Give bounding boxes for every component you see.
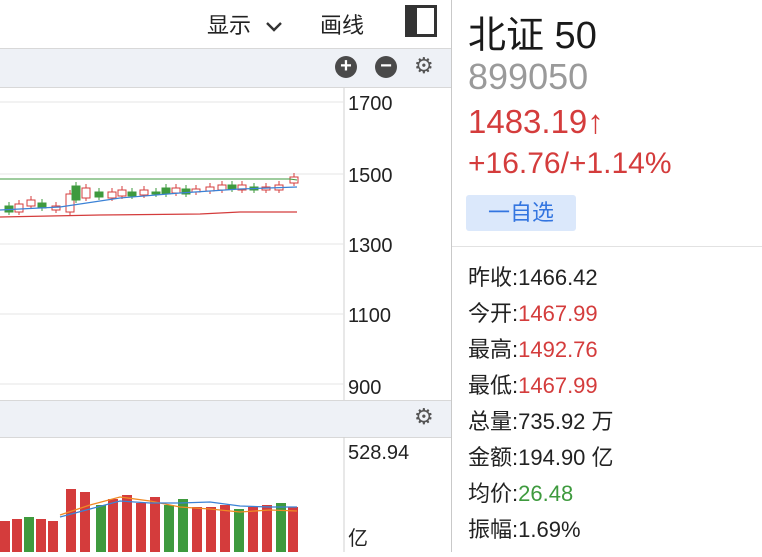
volume-bar — [108, 499, 118, 552]
stat-value: 194.90 亿 — [518, 445, 614, 470]
candle-body — [139, 189, 149, 196]
add-watchlist-button[interactable]: 一自选 — [466, 195, 576, 231]
stat-volume: 总量:735.92 万 — [468, 404, 614, 436]
main-chart-toolbar: + − ⚙ — [0, 49, 451, 88]
volume-bar — [150, 497, 160, 552]
stat-prev-close: 昨收:1466.42 — [468, 260, 598, 292]
volume-bar — [288, 507, 298, 552]
candle-body — [81, 187, 91, 199]
candle-body — [107, 191, 117, 199]
stat-value: 1467.99 — [518, 373, 598, 398]
volume-bar — [220, 505, 230, 552]
candle-body — [217, 184, 227, 191]
volume-bar — [234, 509, 244, 552]
candle-body — [227, 184, 237, 190]
volume-max-label: 528.94 — [348, 442, 409, 464]
stat-label: 金额: — [468, 445, 519, 470]
divider — [452, 246, 762, 247]
stat-label: 均价: — [468, 481, 519, 506]
candle-body — [26, 199, 36, 207]
chevron-down-icon — [265, 13, 283, 39]
volume-bar — [262, 505, 272, 552]
stat-value: 26.48 — [518, 481, 574, 506]
candle-body — [151, 191, 161, 195]
axis-label: 1500 — [348, 165, 393, 187]
volume-bar — [164, 505, 174, 552]
volume-bar — [248, 507, 258, 552]
stat-value: 1466.42 — [518, 265, 598, 290]
ma-red-line — [0, 211, 297, 218]
chart-header: 显示 画线 — [0, 0, 451, 49]
stat-amplitude: 振幅:1.69% — [468, 512, 581, 544]
candle-body — [94, 191, 104, 198]
volume-unit-label: 亿 — [348, 527, 368, 550]
candle-body — [171, 187, 181, 194]
stat-avg-price: 均价:26.48 — [468, 476, 573, 508]
volume-bar — [136, 503, 146, 552]
volume-bar — [80, 492, 90, 552]
current-price: 1483.19↑ — [468, 103, 604, 140]
volume-chart-toolbar: ⚙ — [0, 400, 451, 438]
gear-icon[interactable]: ⚙ — [414, 53, 434, 79]
volume-bar — [36, 519, 46, 552]
stat-low: 最低:1467.99 — [468, 368, 598, 400]
stat-label: 总量: — [468, 409, 519, 434]
volume-bar — [122, 495, 132, 552]
volume-bar — [206, 507, 216, 552]
zoom-in-icon[interactable]: + — [335, 56, 357, 78]
volume-bar — [192, 507, 202, 552]
candle-body — [14, 203, 24, 213]
candle-body — [117, 189, 127, 197]
draw-line-button[interactable]: 画线 — [320, 8, 364, 40]
volume-bar — [96, 505, 106, 552]
stat-amount: 金额:194.90 亿 — [468, 440, 614, 472]
volume-bar — [24, 517, 34, 552]
axis-label: 1300 — [348, 235, 393, 257]
gear-icon[interactable]: ⚙ — [414, 404, 434, 430]
volume-chart[interactable]: 528.94 亿 — [0, 437, 451, 552]
stat-label: 最低: — [468, 373, 519, 398]
display-menu[interactable]: 显示 — [207, 8, 283, 40]
stat-value: 1.69% — [518, 517, 581, 542]
axis-label: 1700 — [348, 93, 393, 115]
price-change: +16.76/+1.14% — [468, 147, 672, 180]
kline-svg: 1700 1500 1300 1100 900 — [0, 88, 393, 400]
candle-body — [161, 187, 171, 195]
quote-panel: 北证 50 899050 1483.19↑ +16.76/+1.14% 一自选 … — [452, 0, 762, 552]
stat-label: 振幅: — [468, 517, 519, 542]
display-label: 显示 — [207, 13, 252, 38]
zoom-out-icon[interactable]: − — [375, 56, 397, 78]
volume-bar — [48, 521, 58, 552]
volume-svg: 528.94 亿 — [0, 437, 409, 552]
axis-label: 1100 — [348, 305, 391, 327]
stat-label: 昨收: — [468, 265, 519, 290]
toggle-panel-icon[interactable] — [405, 5, 437, 37]
candle-body — [71, 185, 81, 201]
stat-label: 今开: — [468, 301, 519, 326]
stat-value: 1492.76 — [518, 337, 598, 362]
stat-value: 735.92 万 — [518, 409, 614, 434]
stat-label: 最高: — [468, 337, 519, 362]
volume-bar — [0, 521, 10, 552]
stat-value: 1467.99 — [518, 301, 598, 326]
axis-label: 900 — [348, 377, 381, 399]
index-name: 北证 50 — [468, 15, 597, 57]
volume-bar — [66, 489, 76, 552]
stat-open: 今开:1467.99 — [468, 296, 598, 328]
candle-body — [127, 191, 137, 197]
kline-chart[interactable]: 1700 1500 1300 1100 900 — [0, 88, 451, 400]
volume-bar — [12, 519, 22, 552]
ma-green-line — [0, 178, 298, 181]
index-code: 899050 — [468, 56, 589, 97]
stat-high: 最高:1492.76 — [468, 332, 598, 364]
